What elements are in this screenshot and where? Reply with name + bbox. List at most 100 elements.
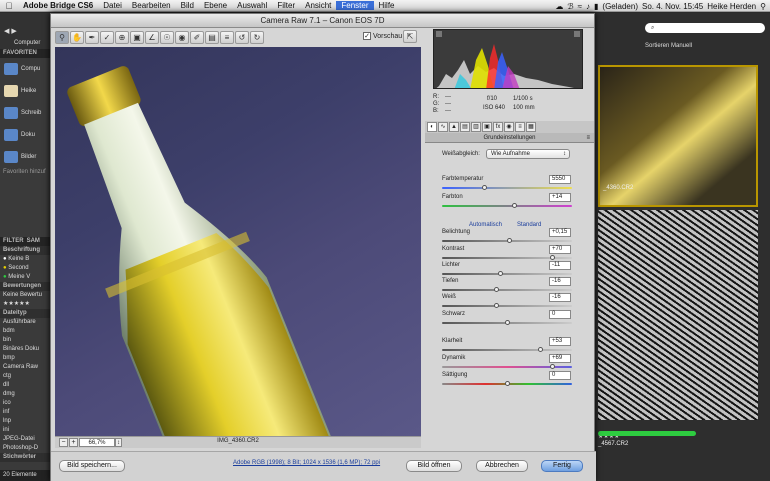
menubar-clock[interactable]: So. 4. Nov. 15:45 (642, 2, 703, 11)
tab-snapshots-icon[interactable]: ▦ (526, 122, 536, 132)
workflow-options-link[interactable]: Adobe RGB (1998); 8 Bit; 1024 x 1536 (1,… (233, 460, 380, 466)
menu-hilfe[interactable]: Hilfe (374, 1, 400, 10)
crop-tool-icon[interactable]: ▣ (130, 30, 144, 44)
tab-hsl-icon[interactable]: ▤ (460, 122, 470, 132)
spot-removal-icon[interactable]: ☉ (160, 30, 174, 44)
default-link[interactable]: Standard (517, 222, 541, 228)
filter-row[interactable]: Binäres Doku (0, 345, 50, 354)
tab-filter[interactable]: FILTER (3, 238, 24, 245)
slider-value-field[interactable]: 5550 (549, 175, 571, 184)
zoom-tool-icon[interactable]: ⚲ (55, 30, 69, 44)
sort-dropdown[interactable]: Sortieren Manuell (645, 43, 692, 49)
apple-icon[interactable]:  (0, 1, 18, 11)
white-balance-select[interactable]: Wie Aufnahme ↕ (486, 149, 570, 159)
tab-sammlungen[interactable]: SAM (27, 238, 40, 245)
filter-row[interactable]: inf (0, 408, 50, 417)
menu-bearbeiten[interactable]: Bearbeiten (127, 1, 176, 10)
slider-thumb[interactable] (550, 364, 555, 369)
eyedropper-icon[interactable]: ✒ (85, 30, 99, 44)
favorite-item-desktop[interactable]: Schreib (0, 102, 50, 124)
slider-track[interactable] (442, 187, 572, 189)
filter-section-label[interactable]: Beschriftung (0, 246, 50, 255)
filter-row[interactable]: ● Second (0, 264, 50, 273)
tab-basic-icon[interactable]: ◐ (427, 122, 437, 132)
graduated-filter-icon[interactable]: ▤ (205, 30, 219, 44)
filter-row[interactable]: ★★★★★ (0, 300, 50, 309)
slider-thumb[interactable] (550, 255, 555, 260)
done-button[interactable]: Fertig (541, 460, 583, 472)
bridge-back-icon[interactable]: ◀ ▶ (4, 27, 17, 35)
bridge-path-computer[interactable]: Computer (14, 40, 40, 46)
bluetooth-icon[interactable]: ℬ (567, 2, 573, 11)
slider-value-field[interactable]: -16 (549, 293, 571, 302)
slider-value-field[interactable]: +14 (549, 193, 571, 202)
slider-value-field[interactable]: -11 (549, 261, 571, 270)
slider-value-field[interactable]: 0 (549, 310, 571, 319)
preferences-icon[interactable]: ≡ (220, 30, 234, 44)
menubar-user[interactable]: Heike Herden (707, 2, 756, 11)
red-eye-icon[interactable]: ◉ (175, 30, 189, 44)
filter-section-ratings[interactable]: Bewertungen (0, 282, 50, 291)
color-sampler-icon[interactable]: ✓ (100, 30, 114, 44)
slider-value-field[interactable]: +53 (549, 337, 571, 346)
filter-row[interactable]: ● Keine B (0, 255, 50, 264)
tab-effects-icon[interactable]: fx (493, 122, 503, 132)
slider-thumb[interactable] (494, 303, 500, 308)
filter-row[interactable]: ● Meine V (0, 273, 50, 282)
favorite-item-computer[interactable]: Compu (0, 58, 50, 80)
slider-thumb[interactable] (482, 185, 488, 190)
slider-thumb[interactable] (494, 287, 500, 292)
filter-row[interactable]: dmg (0, 390, 50, 399)
menu-fenster[interactable]: Fenster (336, 1, 374, 10)
slider-value-field[interactable]: 0 (549, 371, 571, 380)
wifi-icon[interactable]: ≈ (578, 2, 582, 11)
tab-camera-calibration-icon[interactable]: ◉ (504, 122, 514, 132)
slider-track[interactable] (442, 289, 572, 291)
open-image-button[interactable]: Bild öffnen (406, 460, 462, 472)
menu-bild[interactable]: Bild (176, 1, 199, 10)
tab-presets-icon[interactable]: ≡ (515, 122, 525, 132)
slider-value-field[interactable]: +70 (549, 245, 571, 254)
filter-row[interactable]: JPEG-Datei (0, 435, 50, 444)
filter-row[interactable]: Photoshop-D (0, 444, 50, 453)
menu-auswahl[interactable]: Auswahl (232, 1, 272, 10)
battery-icon[interactable]: ▮ (594, 2, 598, 11)
filter-row[interactable]: bdm (0, 327, 50, 336)
slider-thumb[interactable] (504, 320, 510, 325)
image-preview[interactable] (55, 47, 421, 436)
filter-row[interactable]: dll (0, 381, 50, 390)
menu-ebene[interactable]: Ebene (199, 1, 232, 10)
filter-row[interactable]: Ausführbare (0, 318, 50, 327)
bridge-search-input[interactable]: ⌕ (645, 23, 765, 33)
spotlight-icon[interactable]: ⚲ (760, 2, 766, 11)
slider-thumb[interactable] (507, 238, 513, 243)
tab-split-toning-icon[interactable]: ▥ (471, 122, 481, 132)
slider-track[interactable] (442, 349, 572, 351)
straighten-icon[interactable]: ∠ (145, 30, 159, 44)
slider-thumb[interactable] (504, 381, 510, 386)
panel-menu-icon[interactable]: ≡ (586, 133, 590, 143)
menu-datei[interactable]: Datei (98, 1, 127, 10)
filter-row[interactable]: Keine Bewertu (0, 291, 50, 300)
favorite-item-documents[interactable]: Doku (0, 124, 50, 146)
auto-link[interactable]: Automatisch (469, 222, 502, 228)
slider-value-field[interactable]: -16 (549, 277, 571, 286)
slider-thumb[interactable] (512, 203, 518, 208)
tab-lens-icon[interactable]: ▣ (482, 122, 492, 132)
filter-row[interactable]: ctg (0, 372, 50, 381)
adjustment-brush-icon[interactable]: ✐ (190, 30, 204, 44)
cancel-button[interactable]: Abbrechen (476, 460, 528, 472)
tab-tone-curve-icon[interactable]: ∿ (438, 122, 448, 132)
filter-section-filetype[interactable]: Dateityp (0, 309, 50, 318)
target-adjust-icon[interactable]: ⊕ (115, 30, 129, 44)
filter-row[interactable]: bin (0, 336, 50, 345)
filter-row[interactable]: ico (0, 399, 50, 408)
filter-row[interactable]: lnp (0, 417, 50, 426)
slider-track[interactable] (442, 273, 572, 275)
slider-track[interactable] (442, 305, 572, 307)
volume-icon[interactable]: ♪ (586, 2, 590, 11)
menu-filter[interactable]: Filter (272, 1, 300, 10)
rotate-cw-icon[interactable]: ↻ (250, 30, 264, 44)
slider-track[interactable] (442, 205, 572, 207)
slider-thumb[interactable] (538, 347, 544, 352)
